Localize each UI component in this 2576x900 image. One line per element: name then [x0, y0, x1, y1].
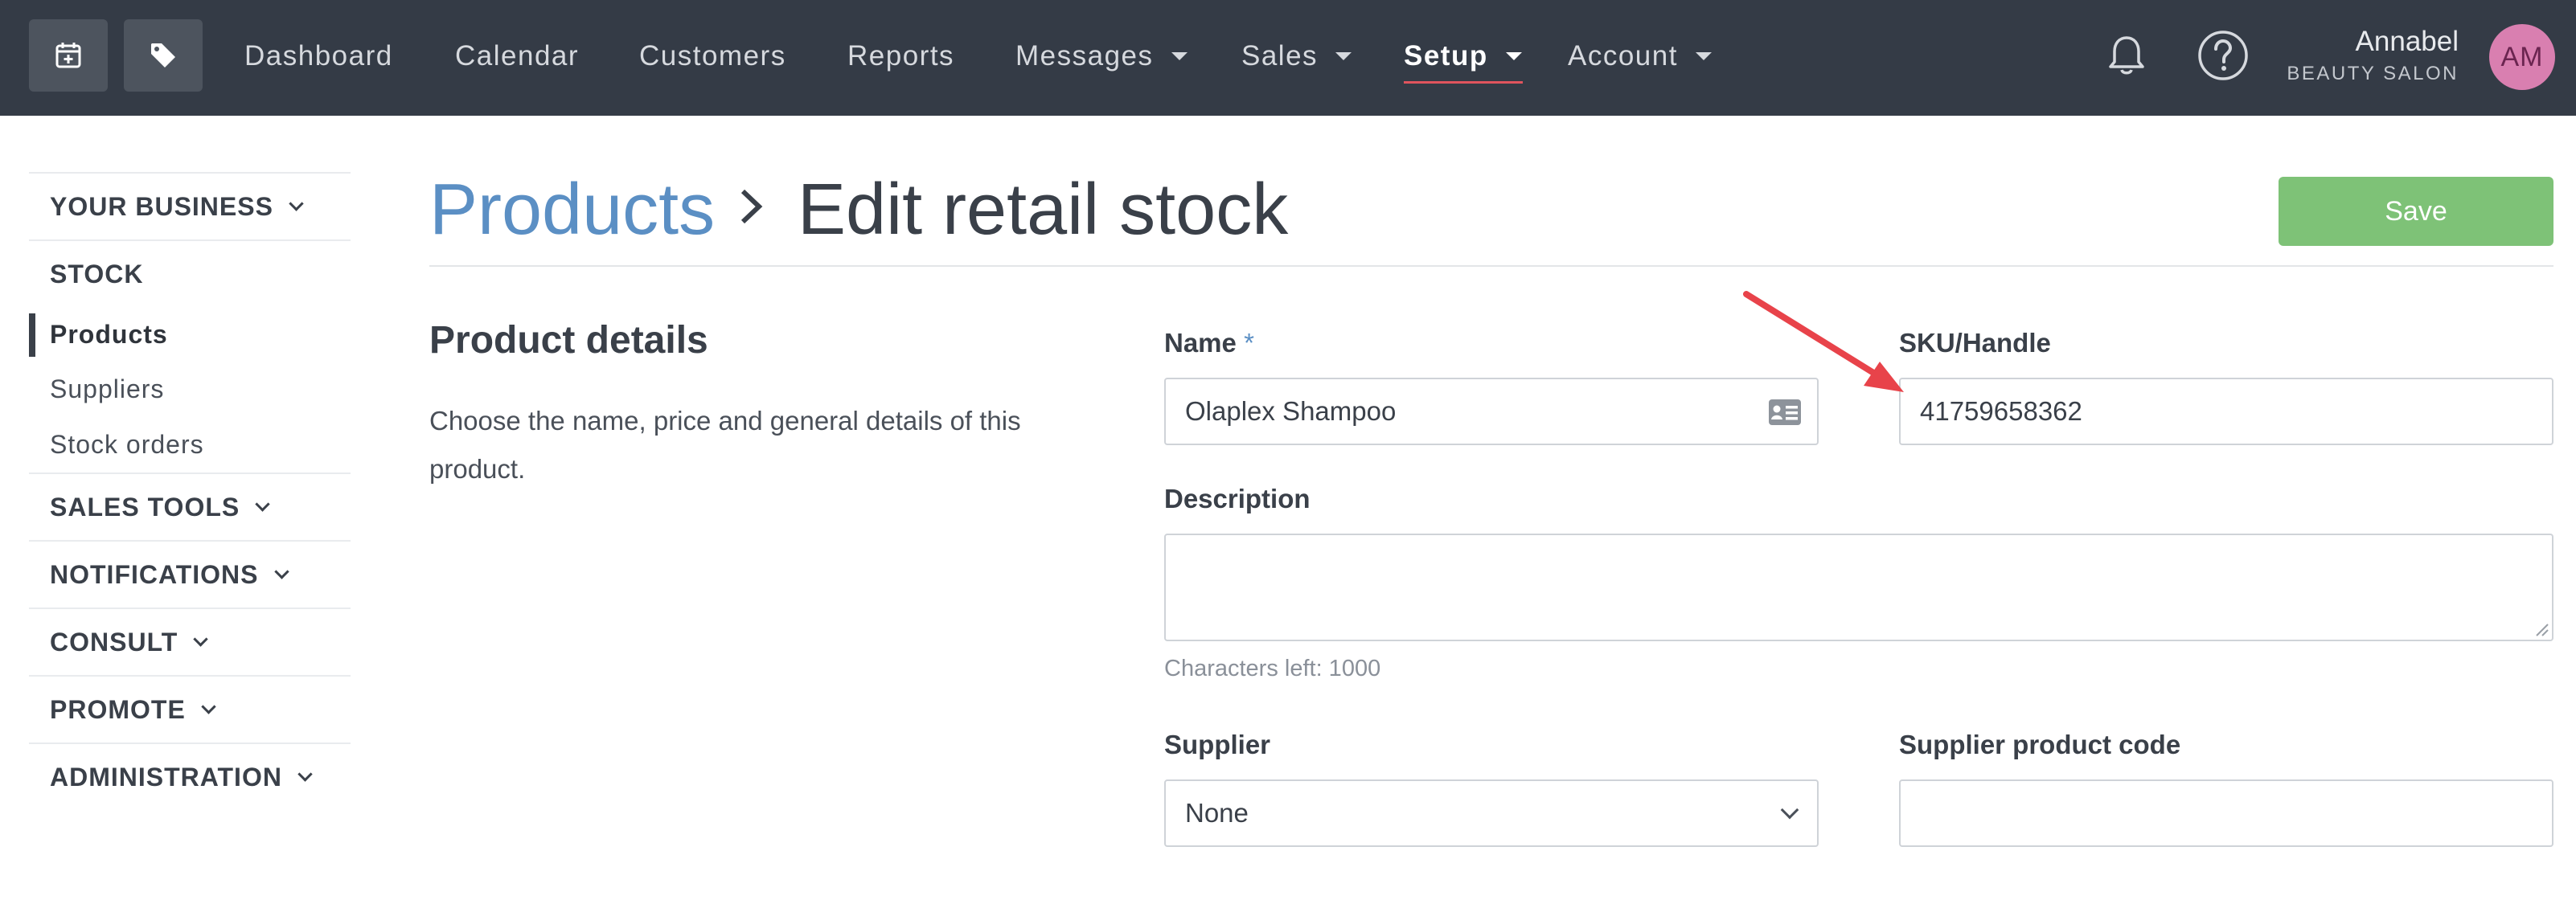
chevron-right-icon	[740, 189, 763, 224]
sidebar-section-label: CONSULT	[50, 627, 178, 657]
contact-card-icon	[1769, 399, 1801, 425]
divider	[429, 265, 2553, 267]
nav-sales[interactable]: Sales	[1241, 32, 1352, 80]
nav-messages[interactable]: Messages	[1015, 32, 1188, 80]
sidebar-section-administration[interactable]: ADMINISTRATION	[29, 744, 351, 810]
sidebar-item-stock-orders[interactable]: Stock orders	[29, 416, 351, 472]
chevron-down-icon	[201, 698, 216, 714]
nav-messages-label: Messages	[1015, 40, 1154, 72]
sidebar-item-suppliers[interactable]: Suppliers	[29, 362, 351, 416]
sidebar-section-label: SALES TOOLS	[50, 492, 240, 522]
help-button[interactable]	[2197, 29, 2250, 82]
sidebar-section-your-business[interactable]: YOUR BUSINESS	[29, 174, 351, 239]
sidebar-section-stock[interactable]: STOCK	[29, 241, 351, 307]
nav-account[interactable]: Account	[1568, 32, 1712, 80]
description-label: Description	[1164, 484, 1311, 513]
nav-setup-label: Setup	[1404, 40, 1488, 72]
top-navbar: Dashboard Calendar Customers Reports Mes…	[0, 0, 2576, 116]
caret-down-icon	[1695, 52, 1712, 60]
tag-icon	[151, 43, 175, 68]
nav-dashboard[interactable]: Dashboard	[244, 32, 393, 80]
required-marker: *	[1244, 328, 1254, 358]
sku-label: SKU/Handle	[1899, 328, 2051, 358]
resize-handle-icon[interactable]	[2534, 622, 2549, 636]
chevron-down-icon	[1780, 800, 1799, 820]
supplier-code-field[interactable]	[1899, 779, 2553, 847]
nav-sales-label: Sales	[1241, 40, 1319, 72]
help-icon	[2198, 31, 2248, 80]
chevron-down-icon	[289, 195, 304, 211]
sidebar-section-notifications[interactable]: NOTIFICATIONS	[29, 542, 351, 608]
nav-dashboard-label: Dashboard	[244, 40, 393, 72]
nav-reports-label: Reports	[847, 40, 955, 72]
description-field[interactable]	[1164, 534, 2553, 641]
sidebar-section-promote[interactable]: PROMOTE	[29, 677, 351, 742]
sidebar-section-label: YOUR BUSINESS	[50, 191, 273, 221]
caret-down-icon	[1505, 52, 1522, 60]
new-appointment-button[interactable]	[29, 19, 108, 92]
sku-field-value: 41759658362	[1920, 396, 2082, 426]
supplier-select[interactable]: None	[1164, 779, 1819, 847]
sidebar-section-label: PROMOTE	[50, 694, 186, 724]
nav-calendar-label: Calendar	[455, 40, 580, 72]
chevron-down-icon	[193, 631, 208, 647]
sidebar-section-label: ADMINISTRATION	[50, 762, 282, 792]
sidebar-item-label: Stock orders	[50, 429, 204, 459]
calendar-plus-icon	[55, 43, 81, 68]
user-name: Annabel	[2355, 26, 2459, 57]
nav-calendar[interactable]: Calendar	[455, 32, 579, 80]
sidebar-section-label: STOCK	[50, 259, 144, 288]
sidebar-section-sales-tools[interactable]: SALES TOOLS	[29, 474, 351, 540]
nav-reports[interactable]: Reports	[847, 32, 954, 80]
name-field-value: Olaplex Shampoo	[1185, 396, 1397, 426]
new-sale-button[interactable]	[124, 19, 203, 92]
save-button[interactable]: Save	[2279, 177, 2553, 246]
caret-down-icon	[1335, 52, 1352, 60]
name-field[interactable]: Olaplex Shampoo	[1164, 378, 1819, 445]
bell-icon	[2109, 36, 2144, 75]
breadcrumb-products-link[interactable]: Products	[429, 169, 715, 252]
nav-customers[interactable]: Customers	[639, 32, 786, 80]
sidebar-section-label: NOTIFICATIONS	[50, 559, 259, 589]
caret-down-icon	[1171, 52, 1188, 60]
sku-field[interactable]: 41759658362	[1899, 378, 2553, 445]
name-label: Name *	[1164, 328, 1254, 358]
name-label-text: Name	[1164, 328, 1237, 358]
nav-customers-label: Customers	[639, 40, 786, 72]
sidebar-section-consult[interactable]: CONSULT	[29, 609, 351, 675]
supplier-label: Supplier	[1164, 730, 1271, 759]
chevron-down-icon	[273, 563, 289, 579]
page-title: Edit retail stock	[798, 170, 1289, 250]
chevron-down-icon	[255, 496, 270, 512]
sidebar-item-label: Suppliers	[50, 374, 165, 403]
supplier-code-label: Supplier product code	[1899, 730, 2181, 759]
business-name: BEAUTY SALON	[2287, 63, 2459, 84]
sidebar-item-products[interactable]: Products	[29, 307, 351, 362]
chevron-down-icon	[297, 766, 313, 782]
characters-left: Characters left: 1000	[1164, 656, 1381, 681]
nav-active-indicator	[1404, 81, 1523, 84]
section-description: Choose the name, price and general detai…	[429, 406, 1021, 484]
sidebar-item-label: Products	[50, 319, 168, 349]
nav-setup[interactable]: Setup	[1404, 32, 1522, 80]
avatar[interactable]: AM	[2489, 24, 2555, 90]
annotation-arrow-icon	[1743, 291, 1904, 392]
nav-account-label: Account	[1568, 40, 1678, 72]
notifications-button[interactable]	[2100, 29, 2153, 82]
section-title: Product details	[429, 319, 708, 362]
settings-sidebar: YOUR BUSINESS STOCK Products Suppliers S…	[29, 172, 351, 810]
supplier-select-value: None	[1185, 798, 1249, 828]
